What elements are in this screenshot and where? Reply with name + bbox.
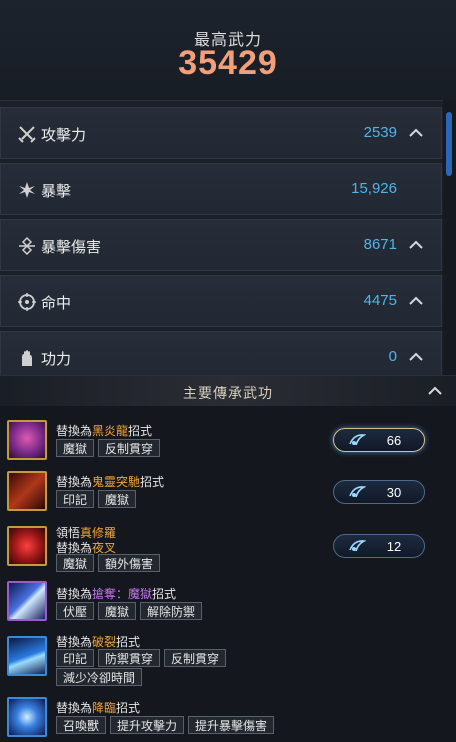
skill-tag: 反制貫穿 (98, 439, 161, 457)
chevron-up-icon[interactable] (407, 236, 425, 254)
crossed-swords-icon (18, 126, 36, 143)
skill-description: 替換為破裂招式 (56, 635, 141, 649)
skill-tags: 魔獄 反制貫穿 (56, 439, 164, 461)
skill-tags: 伏壓 魔獄 解除防禦 (56, 602, 206, 624)
stat-value: 8671 (363, 236, 397, 253)
seize-inferno-skill-icon[interactable] (7, 581, 47, 621)
skill-tag: 印記 (56, 649, 95, 667)
stat-value: 4475 (363, 292, 397, 309)
panel-header[interactable]: 主要傳承武功 (0, 376, 456, 406)
critical-damage-icon (19, 236, 35, 256)
skill-tags: 魔獄 額外傷害 (56, 554, 164, 576)
skill-tag: 魔獄 (98, 490, 137, 508)
skill-tag: 提升暴擊傷害 (188, 716, 275, 734)
stat-row-attack[interactable]: 攻擊力 2539 (0, 107, 442, 159)
skill-tags: 召喚獸 提升攻擊力 提升暴擊傷害 (56, 716, 278, 738)
descent-skill-icon[interactable] (7, 697, 47, 737)
ghost-charge-skill-icon[interactable] (7, 471, 47, 511)
chevron-up-icon[interactable] (407, 124, 425, 142)
skill-tag: 魔獄 (98, 602, 137, 620)
skill-tag: 提升攻擊力 (110, 716, 185, 734)
skill-tag: 反制貫穿 (164, 649, 227, 667)
skill-tags: 減少冷卻時間 (56, 668, 146, 690)
skill-tag: 減少冷卻時間 (56, 668, 143, 686)
stat-label: 暴擊傷害 (41, 239, 102, 256)
leaf-crest-icon (349, 434, 366, 446)
burst-icon (19, 182, 35, 198)
skill-tag: 額外傷害 (98, 554, 161, 572)
skill-description: 替換為黑炎龍招式 (56, 424, 153, 438)
panel-title: 主要傳承武功 (183, 385, 273, 401)
power-hand-icon (22, 350, 32, 366)
stat-list-scrollbar[interactable] (443, 100, 456, 375)
chevron-up-icon[interactable] (407, 292, 425, 310)
skill-level-badge[interactable]: 66 (333, 428, 425, 452)
skill-description: 替換為降臨招式 (56, 701, 141, 715)
stat-label: 功力 (41, 351, 72, 368)
scrollbar-thumb[interactable] (446, 112, 452, 176)
stat-list: 攻擊力 2539 暴擊 15,926 暴擊傷害 8671 命中 4475 功力 … (0, 107, 442, 387)
stat-value: 0 (388, 348, 397, 365)
skill-tag: 魔獄 (56, 554, 95, 572)
max-power-value: 35429 (178, 44, 278, 82)
skill-tag: 伏壓 (56, 602, 95, 620)
black-flame-dragon-skill-icon[interactable] (7, 420, 47, 460)
chevron-up-icon[interactable] (407, 348, 425, 366)
max-power-header: 最高武力 35429 (0, 0, 456, 101)
rupture-skill-icon[interactable] (7, 636, 47, 676)
skill-tag: 印記 (56, 490, 95, 508)
stat-row-critical-damage[interactable]: 暴擊傷害 8671 (0, 219, 442, 271)
skill-tag: 解除防禦 (140, 602, 203, 620)
leaf-crest-icon (349, 540, 366, 552)
stat-row-accuracy[interactable]: 命中 4475 (0, 275, 442, 327)
skill-level-badge[interactable]: 30 (333, 480, 425, 504)
skill-description: 替換為搶奪：魔獄招式 (56, 587, 177, 601)
chevron-up-icon[interactable] (426, 382, 444, 400)
crosshair-icon (18, 293, 36, 311)
skill-tag: 魔獄 (56, 439, 95, 457)
leaf-crest-icon (349, 486, 366, 498)
skill-level-badge[interactable]: 12 (333, 534, 425, 558)
stat-label: 暴擊 (41, 183, 72, 200)
skill-tag: 召喚獸 (56, 716, 107, 734)
skill-description: 替換為鬼靈突馳招式 (56, 475, 165, 489)
inheritance-skills-panel: 主要傳承武功 替換為黑炎龍招式 魔獄 反制貫穿 66 替換為鬼靈突馳招式 印記 … (0, 375, 456, 742)
skill-tags: 印記 魔獄 (56, 490, 140, 512)
stat-value: 2539 (363, 124, 397, 141)
stat-row-critical[interactable]: 暴擊 15,926 (0, 163, 442, 215)
character-stats-window: 最高武力 35429 攻擊力 2539 暴擊 15,926 暴擊傷害 8671 … (0, 0, 456, 742)
stat-value: 15,926 (351, 180, 397, 197)
true-asura-skill-icon[interactable] (7, 526, 47, 566)
skill-tag: 防禦貫穿 (98, 649, 161, 667)
stat-label: 命中 (41, 295, 72, 312)
stat-label: 攻擊力 (41, 127, 87, 144)
